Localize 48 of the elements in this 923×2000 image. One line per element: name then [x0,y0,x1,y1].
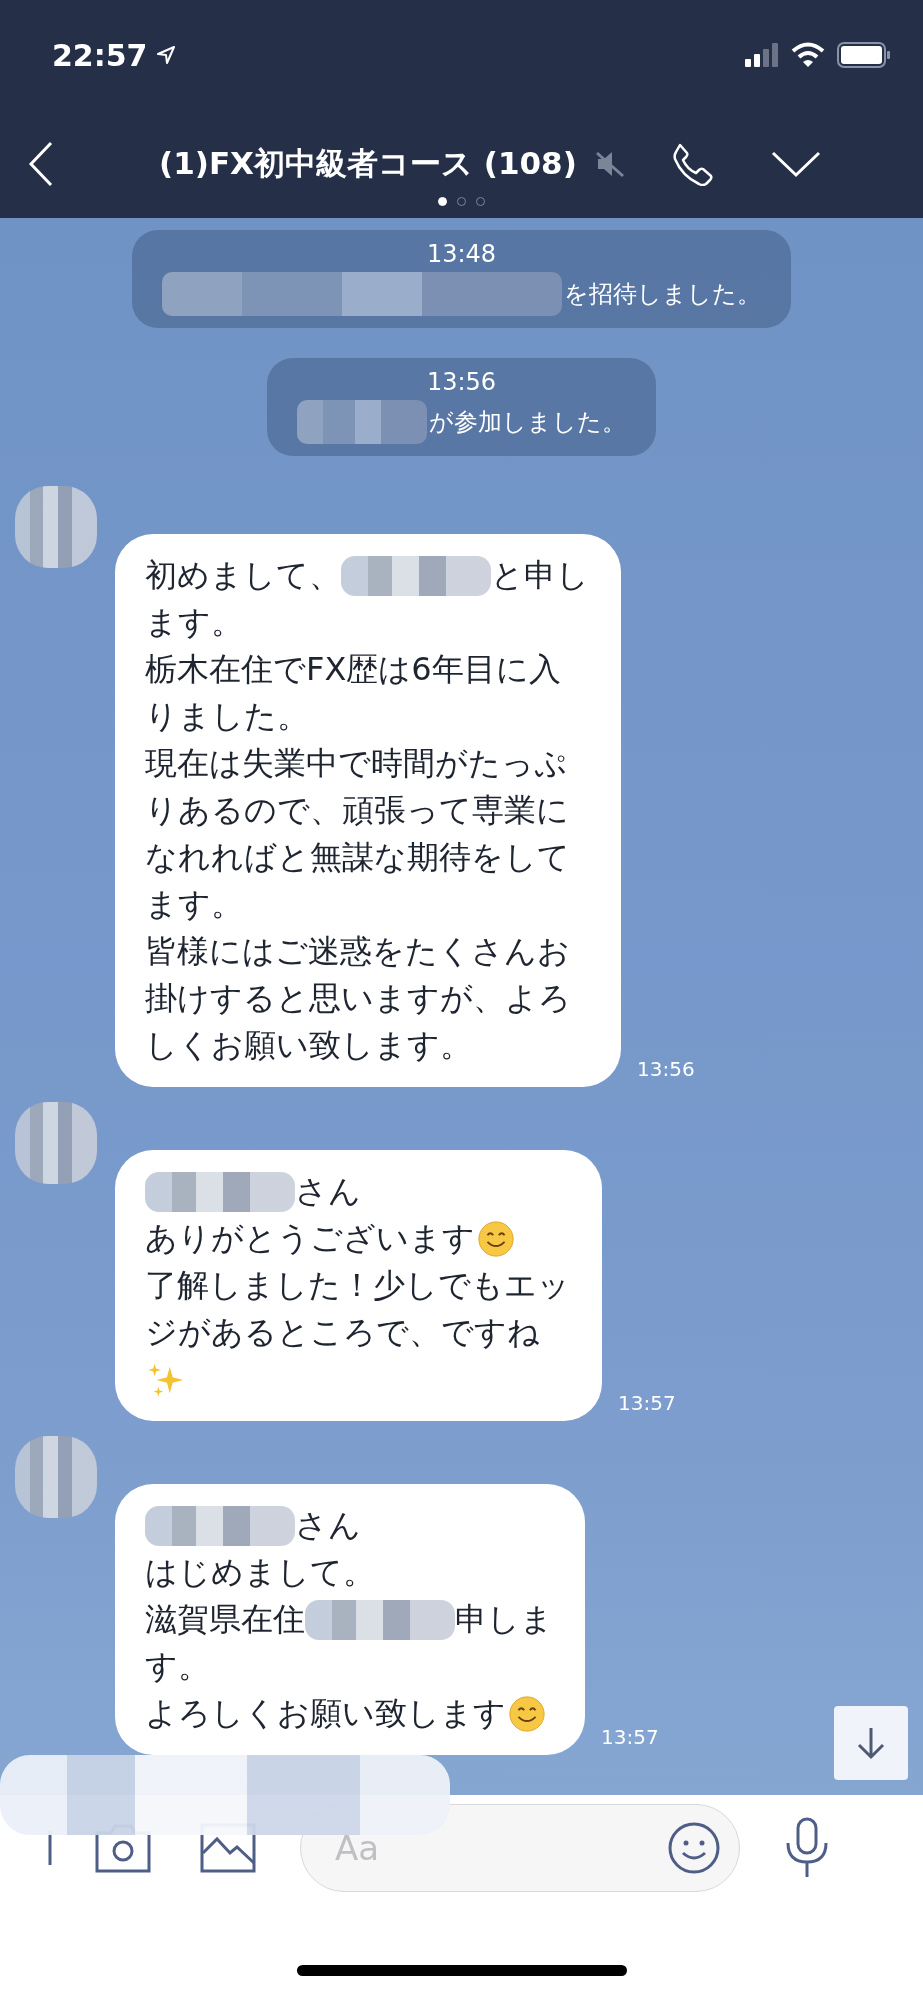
message-text: なれればと無謀な期待をして [145,837,570,878]
message-text: 初めまして、 [145,555,341,596]
message-text: 申しま [455,1599,553,1640]
message-text: さん [295,1171,361,1212]
phone-icon [670,142,715,186]
message-text: ます。 [145,884,243,925]
system-message-time: 13:56 [426,368,497,396]
message-text: 了解しました！少しでもエッ [145,1265,570,1306]
message-text: りあるので、頑張って専業に [145,790,569,831]
message-text: さん [295,1505,361,1546]
back-chevron-icon [28,141,54,187]
message-text: よろしくお願い致します [145,1693,506,1734]
down-arrow-icon [856,1726,886,1760]
scroll-down-button[interactable] [834,1706,908,1780]
message-text: しくお願い致します。 [145,1025,472,1066]
message-time: 13:56 [637,1057,695,1081]
menu-dropdown-button[interactable] [770,150,821,178]
message-text: す。 [145,1646,210,1687]
message-text: ありがとうございます [145,1218,475,1259]
battery-icon [837,42,891,68]
message-text: 栃木在住でFX歴は6年目に入 [145,649,561,690]
voice-button[interactable] [784,1816,830,1879]
message-text: ジがあるところで、ですね [145,1312,540,1353]
chevron-down-icon [770,150,821,178]
message-text: 皆様にはご迷惑をたくさんお [145,931,570,972]
status-time: 22:57 [52,37,148,73]
message-text: りました。 [145,696,309,737]
message-time: 13:57 [601,1725,659,1749]
back-button[interactable] [28,141,54,187]
system-message-text: が参加しました。 [429,407,626,438]
message-text: 現在は失業中で時間がたっぷ [145,743,567,784]
wifi-icon [791,42,825,68]
message-text: 掛けすると思いますが、よろ [145,978,571,1019]
message-text: と申し [491,555,589,596]
microphone-icon [784,1816,830,1879]
message-text: ます。 [145,602,243,643]
call-button[interactable] [670,142,715,186]
system-message-text: を招待しました。 [564,279,761,310]
smiley-emoji-icon [508,1694,546,1733]
message-time: 13:57 [618,1391,676,1415]
signal-icon [745,43,779,67]
system-message-time: 13:48 [426,240,497,268]
smiley-emoji-icon [477,1219,515,1258]
message-text: はじめまして。 [145,1552,375,1593]
chat-title: (1)FX初中級者コース (108) [159,144,577,183]
smiley-icon[interactable] [667,1820,721,1875]
message-text: 滋賀県在住 [145,1599,305,1640]
location-arrow-icon [155,45,176,65]
